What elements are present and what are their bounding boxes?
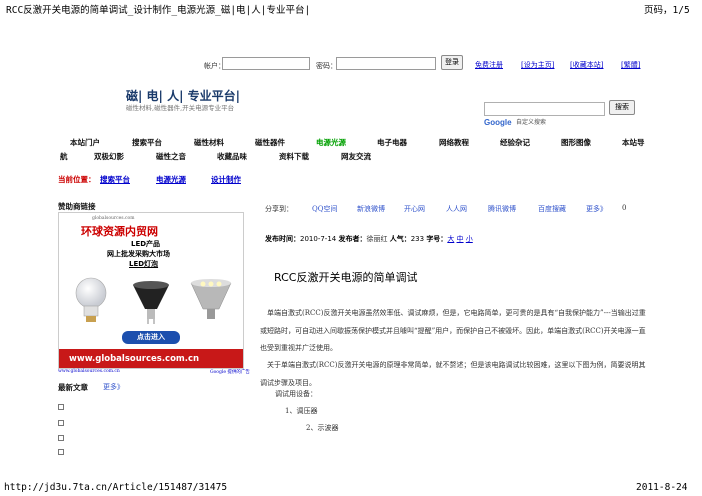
latest-article-checkbox[interactable] [58,435,64,441]
breadcrumb-design[interactable]: 设计制作 [211,174,241,185]
nav-item-site-nav-cont[interactable]: 航 [60,151,68,162]
share-more[interactable]: 更多》 [586,204,607,214]
share-renren[interactable]: 人人网 [446,204,467,214]
share-sina-weibo[interactable]: 新浪微博 [357,204,385,214]
share-label: 分享到： [265,205,293,213]
account-input[interactable] [222,57,310,70]
led-bulb-white-image [69,275,113,325]
print-footer-url: http://jd3u.7ta.cn/Article/151487/31475 [4,482,228,493]
sponsor-links-title: 赞助商链接 [58,202,96,211]
ad-footer-url[interactable]: www.globalsources.com.cn [58,369,120,374]
nav-item-bipolar[interactable]: 双极幻影 [94,151,124,162]
nav-item-power-light[interactable]: 电源光源 [316,137,346,148]
meta-author: 徐丽红 [366,235,388,243]
search-button[interactable]: 搜索 [609,100,635,115]
ad-line-bulb: LED灯泡 [129,260,159,268]
share-count: 0 [622,204,627,212]
nav-item-portal[interactable]: 本站门户 [70,137,100,148]
nav-item-site-nav[interactable]: 本站导 [622,137,645,148]
login-button[interactable]: 登录 [441,55,463,70]
traditional-chinese-link[interactable]: [繁體] [621,60,640,70]
meta-time-label: 发布时间： [265,235,300,243]
ad-footer-google[interactable]: Google 提供的广告 [210,369,250,375]
nav-item-electronics[interactable]: 电子电器 [377,137,407,148]
set-homepage-link[interactable]: [设为主页] [521,60,554,70]
led-spot-silver-image [187,277,235,325]
meta-size-label: 字号： [426,235,448,243]
latest-article-checkbox[interactable] [58,449,64,455]
meta-views-label: 人气： [389,235,411,243]
article-paragraph-2: 关于单端自激式(RCC)反激开关电源的原理非常简单，就不赘述；但是该电路调试比较… [260,361,646,387]
article-meta: 发布时间：2010-7-14 发布者：徐丽红 人气：233 字号：大 中 小 [265,234,473,244]
article-title: RCC反激开关电源的简单调试 [274,271,418,284]
nav-item-downloads[interactable]: 资料下载 [279,151,309,162]
latest-article-checkbox[interactable] [58,404,64,410]
breadcrumb-label: 当前位置： [58,175,96,184]
equipment-item-1: 1、调压器 [285,407,318,415]
font-size-large[interactable]: 大 [447,235,454,243]
custom-search-label: 自定义搜索 [516,119,547,126]
meta-views: 233 [410,235,425,243]
breadcrumb-search-platform[interactable]: 搜索平台 [100,174,130,185]
latest-article-checkbox[interactable] [58,420,64,426]
share-tencent-weibo[interactable]: 腾讯微博 [488,204,516,214]
equipment-item-2: 2、示波器 [306,424,339,432]
nav-item-community[interactable]: 网友交流 [341,151,371,162]
nav-item-notes[interactable]: 经验杂记 [500,137,530,148]
ad-url-banner: www.globalsources.com.cn [59,349,243,368]
ad-cta-button[interactable]: 点击进入 [122,331,180,344]
font-size-medium[interactable]: 中 [457,235,464,243]
register-link[interactable]: 免费注册 [475,60,503,70]
ad-url-text: www.globalsources.com.cn [69,354,200,364]
led-spot-black-image [129,279,173,325]
font-size-small[interactable]: 小 [466,235,473,243]
google-logo: Google [484,118,512,127]
nav-item-graphics[interactable]: 图形图像 [561,137,591,148]
bookmark-link[interactable]: [收藏本站] [570,60,603,70]
password-input[interactable] [336,57,436,70]
ad-title: 环球资源内贸网 [81,225,158,238]
breadcrumb-power-light[interactable]: 电源光源 [156,174,186,185]
search-input[interactable] [484,102,605,116]
ad-line-led: LED产品 [131,240,161,248]
ad-brand: globalsources.com [92,216,135,221]
site-logo-subtitle: 磁性材料,磁性器件,开关电源专业平台 [126,104,235,112]
nav-item-tutorials[interactable]: 网络教程 [439,137,469,148]
nav-item-search-platform[interactable]: 搜索平台 [132,137,162,148]
sponsor-ad[interactable]: globalsources.com 环球资源内贸网 LED产品 网上批发采购大市… [58,212,244,369]
meta-author-label: 发布者： [338,235,367,243]
nav-item-magnetic-devices[interactable]: 磁性器件 [255,137,285,148]
nav-item-collections[interactable]: 收藏品味 [217,151,247,162]
meta-time: 2010-7-14 [300,235,337,243]
latest-more-link[interactable]: 更多》 [103,382,124,392]
latest-articles-title: 最新文章 [58,383,88,392]
ad-line-wholesale: 网上批发采购大市场 [107,250,170,258]
nav-item-magnetic-materials[interactable]: 磁性材料 [194,137,224,148]
share-baidu[interactable]: 百度搜藏 [538,204,566,214]
equipment-title: 调试用设备： [275,390,317,398]
print-header-page: 页码，1/5 [644,5,690,16]
share-qzone[interactable]: QQ空间 [312,204,337,214]
print-footer-date: 2011-8-24 [636,482,688,493]
article-paragraph-1: 单端自激式(RCC)反激开关电源虽然效率低、调试麻烦，但是，它电路简单，更可贵的… [260,309,646,352]
print-header-title: RCC反激开关电源的简单调试_设计制作_电源光源_磁|电|人|专业平台| [6,5,311,16]
password-label: 密码： [316,62,337,70]
share-kaixin[interactable]: 开心网 [404,204,425,214]
nav-item-magnetic-voice[interactable]: 磁性之音 [156,151,186,162]
